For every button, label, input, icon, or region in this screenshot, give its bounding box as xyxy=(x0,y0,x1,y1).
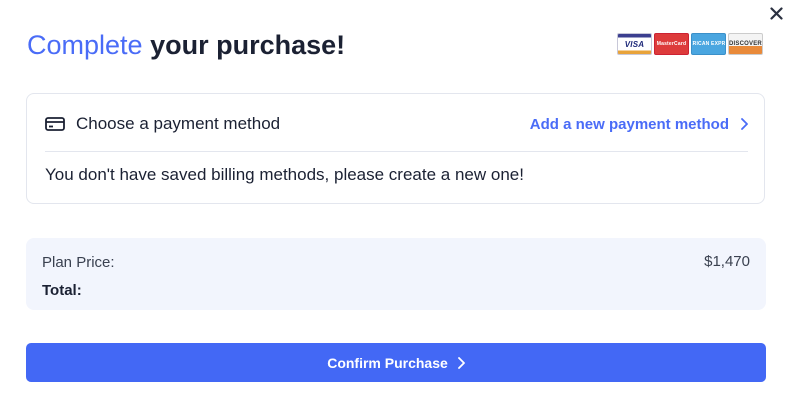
add-payment-method-link[interactable]: Add a new payment method xyxy=(530,116,748,133)
accepted-cards: VISA MasterCard AMERICAN EXPRESS DISCOVE… xyxy=(617,33,763,55)
mastercard-logo: MasterCard xyxy=(654,33,689,55)
add-payment-method-label: Add a new payment method xyxy=(529,115,729,133)
total-label: Total: xyxy=(42,282,82,299)
confirm-purchase-button[interactable]: Confirm Purchase xyxy=(26,343,766,382)
plan-price-label: Plan Price: xyxy=(42,254,115,271)
dialog-title-accent: Complete xyxy=(27,30,143,60)
plan-price-value: $1,470 xyxy=(704,253,750,270)
payment-method-header: Choose a payment method Add a new paymen… xyxy=(45,113,748,135)
confirm-purchase-label: Confirm Purchase xyxy=(327,354,448,371)
close-icon xyxy=(769,7,783,25)
chevron-right-icon xyxy=(741,118,748,130)
close-button[interactable] xyxy=(764,5,788,27)
payment-method-panel: Choose a payment method Add a new paymen… xyxy=(26,93,765,204)
credit-card-icon xyxy=(45,117,65,131)
discover-logo: DISCOVER xyxy=(728,33,763,55)
amex-logo: AMERICAN EXPRESS xyxy=(691,33,726,55)
payment-method-label: Choose a payment method xyxy=(76,114,281,133)
chevron-right-icon xyxy=(457,356,465,369)
visa-logo: VISA xyxy=(617,33,652,55)
dialog-title: Complete your purchase! xyxy=(27,28,345,62)
price-summary: Plan Price: $1,470 Total: xyxy=(26,238,766,310)
no-billing-methods-message: You don't have saved billing methods, pl… xyxy=(45,165,524,184)
divider xyxy=(45,151,748,152)
dialog-title-main: your purchase! xyxy=(150,30,346,60)
